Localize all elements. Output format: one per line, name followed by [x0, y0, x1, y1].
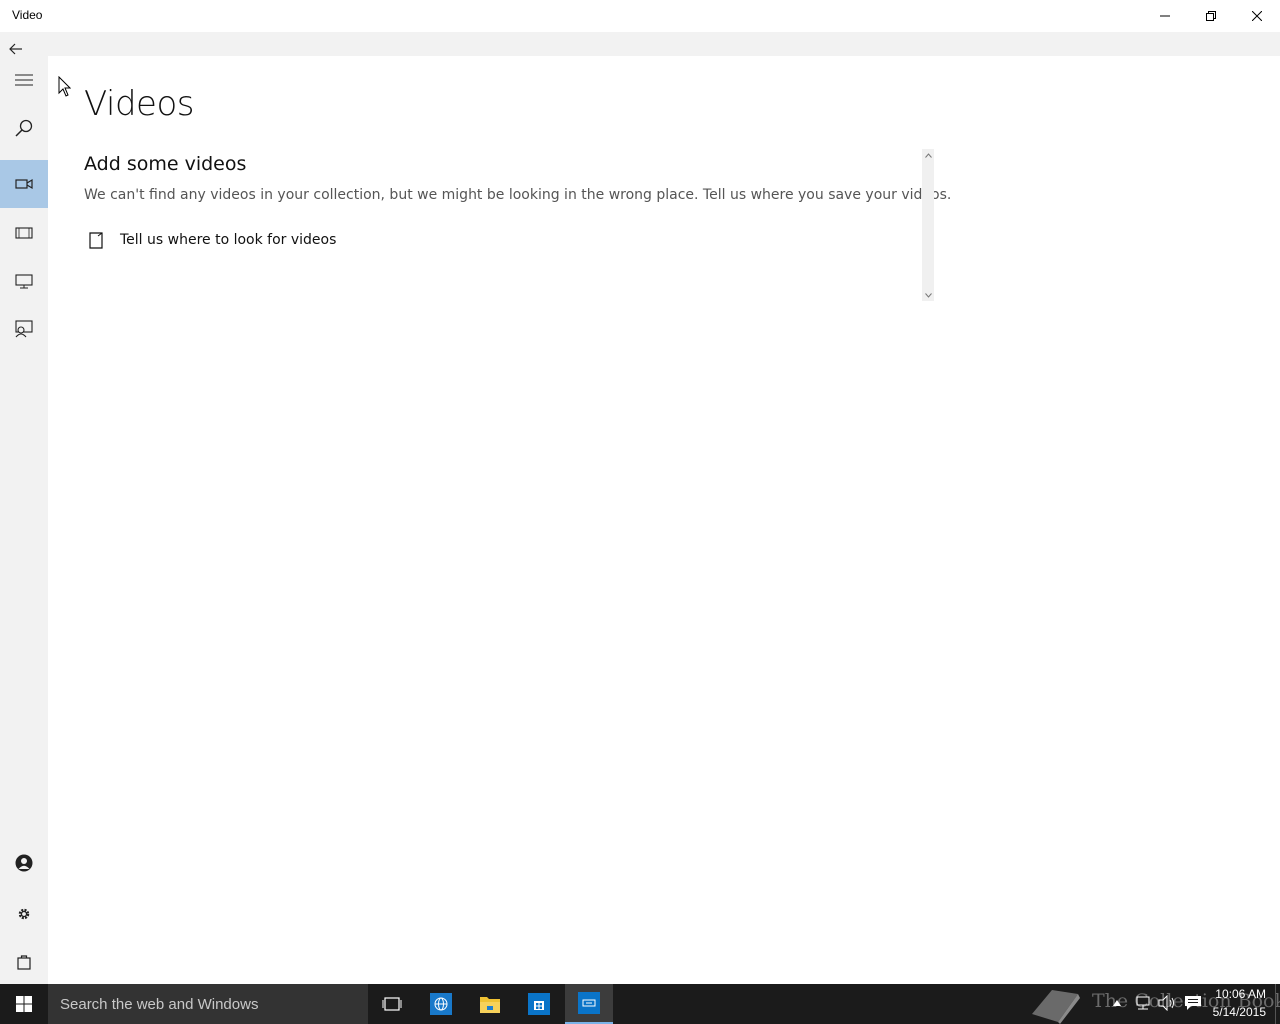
close-button[interactable] — [1234, 0, 1280, 32]
task-view-button[interactable] — [368, 984, 416, 1024]
hamburger-icon — [15, 74, 33, 86]
video-camera-icon — [15, 178, 33, 190]
presenter-icon — [15, 320, 33, 338]
app-header-strip — [0, 32, 1280, 56]
mouse-pointer-icon — [58, 75, 72, 102]
show-hidden-icons-button[interactable] — [1106, 992, 1128, 1014]
title-bar: Video — [0, 0, 1280, 32]
taskbar-search-input[interactable] — [48, 984, 368, 1024]
empty-state-title: Add some videos — [84, 153, 247, 175]
hamburger-menu-button[interactable] — [0, 56, 48, 104]
video-app-icon — [578, 992, 600, 1014]
browser-globe-icon — [430, 993, 452, 1015]
start-button[interactable] — [0, 984, 48, 1024]
empty-state-description: We can't find any videos in your collect… — [84, 187, 952, 203]
taskbar: The Collection Book 10:06 AM 5/14/2015 — [0, 984, 1280, 1024]
taskbar-store-button[interactable] — [515, 984, 563, 1024]
back-arrow-icon — [9, 43, 22, 55]
account-icon — [15, 854, 33, 872]
folder-icon — [480, 997, 500, 1013]
nav-item-movies[interactable] — [0, 209, 48, 257]
tv-icon — [15, 274, 33, 289]
clock-date[interactable]: 5/14/2015 — [1213, 1005, 1266, 1019]
show-desktop-button[interactable] — [1275, 984, 1280, 1024]
action-center-button[interactable] — [1182, 992, 1204, 1014]
volume-button[interactable] — [1156, 992, 1178, 1014]
store-button[interactable] — [0, 938, 48, 986]
store-icon — [528, 993, 550, 1015]
scroll-up-arrow-icon[interactable] — [922, 149, 934, 161]
taskbar-browser-button[interactable] — [417, 984, 465, 1024]
nav-item-featured[interactable] — [0, 305, 48, 353]
network-icon — [1136, 996, 1150, 1010]
settings-button[interactable] — [0, 890, 48, 938]
account-button[interactable] — [0, 839, 48, 887]
gear-icon — [18, 908, 30, 920]
minimize-button[interactable] — [1142, 0, 1188, 32]
restore-icon — [1206, 11, 1216, 21]
book-logo-icon — [1032, 990, 1080, 1024]
vertical-scrollbar[interactable] — [922, 149, 934, 301]
task-view-icon — [382, 997, 402, 1011]
speaker-icon — [1158, 995, 1174, 1011]
chevron-up-icon — [1113, 1000, 1121, 1006]
nav-item-tv[interactable] — [0, 257, 48, 305]
nav-search-button[interactable] — [0, 104, 48, 152]
choose-folders-link[interactable]: Tell us where to look for videos — [84, 228, 336, 252]
window-title: Video — [12, 8, 43, 22]
search-icon — [15, 119, 33, 137]
notifications-icon — [1185, 996, 1201, 1010]
network-button[interactable] — [1132, 992, 1154, 1014]
restore-button[interactable] — [1188, 0, 1234, 32]
windows-logo-icon — [16, 996, 32, 1012]
page-title: Videos — [84, 84, 194, 124]
close-icon — [1252, 11, 1262, 21]
taskbar-file-explorer-button[interactable] — [466, 984, 514, 1024]
store-bag-icon — [17, 955, 31, 970]
film-icon — [15, 227, 33, 239]
minimize-icon — [1160, 15, 1170, 17]
taskbar-search-box[interactable] — [48, 984, 368, 1024]
scroll-down-arrow-icon[interactable] — [922, 289, 934, 301]
nav-item-videos[interactable] — [0, 160, 48, 208]
clock-time[interactable]: 10:06 AM — [1215, 987, 1266, 1001]
folder-page-icon — [84, 228, 108, 252]
choose-folders-label: Tell us where to look for videos — [120, 232, 337, 248]
taskbar-video-app-button[interactable] — [565, 984, 613, 1024]
